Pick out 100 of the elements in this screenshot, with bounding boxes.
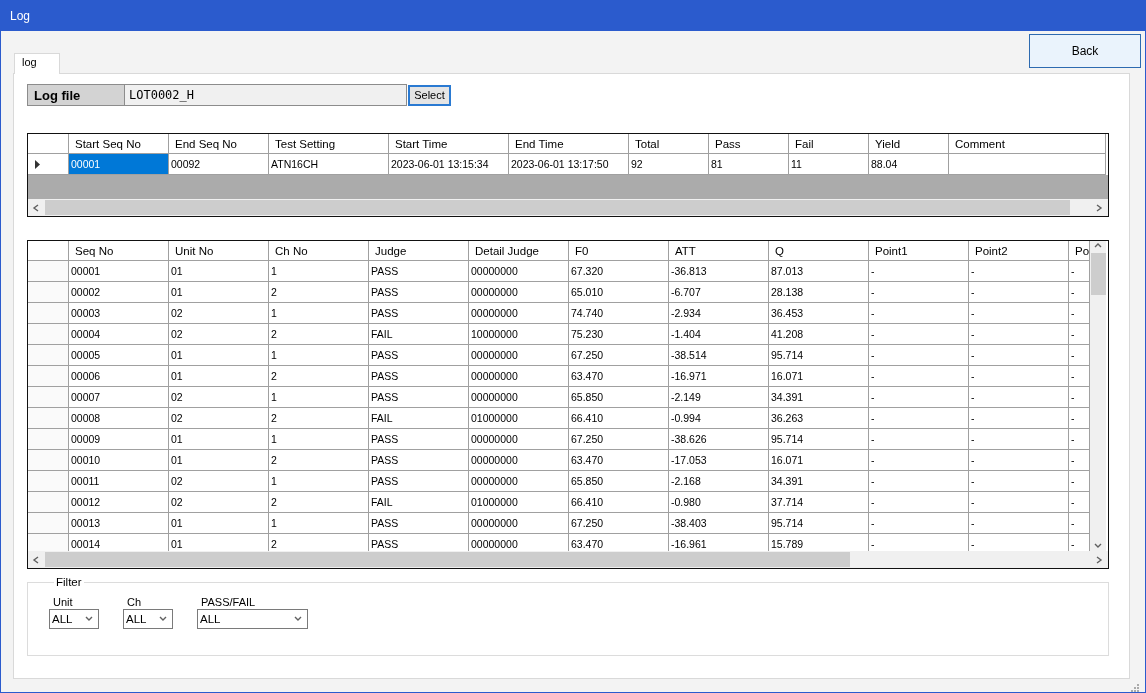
row-header-cell[interactable] (28, 366, 69, 387)
table-cell: 01 (169, 429, 269, 450)
row-header-cell[interactable] (28, 408, 69, 429)
table-cell: -2.934 (669, 303, 769, 324)
table-cell: -2.149 (669, 387, 769, 408)
table-cell: 02 (169, 303, 269, 324)
log-file-field[interactable]: LOT0002_H (125, 84, 407, 106)
table-cell: PASS (369, 429, 469, 450)
table-cell: 00000000 (469, 387, 569, 408)
table-cell: 01 (169, 345, 269, 366)
table-cell: 00000000 (469, 429, 569, 450)
table-cell: 2 (269, 366, 369, 387)
resize-grip-icon[interactable] (1131, 684, 1139, 692)
table-cell: - (969, 513, 1069, 534)
table-cell: -38.626 (669, 429, 769, 450)
table-cell: 36.453 (769, 303, 869, 324)
table-cell: 01 (169, 261, 269, 282)
vertical-scrollbar[interactable] (1090, 241, 1106, 551)
table-cell: 67.250 (569, 429, 669, 450)
row-header-cell[interactable] (28, 345, 69, 366)
table-cell: - (1069, 303, 1090, 324)
scrollbar-thumb[interactable] (45, 200, 1071, 215)
table-cell: PASS (369, 282, 469, 303)
row-header-cell[interactable] (28, 154, 69, 175)
row-header-cell[interactable] (28, 429, 69, 450)
table-cell: 02 (169, 471, 269, 492)
table-cell: 01 (169, 513, 269, 534)
row-header-cell[interactable] (28, 261, 69, 282)
back-button[interactable]: Back (1029, 34, 1141, 68)
table-cell: PASS (369, 450, 469, 471)
table-cell: ATN16CH (269, 154, 389, 175)
table-cell: -0.980 (669, 492, 769, 513)
table-cell: - (969, 450, 1069, 471)
row-header-cell[interactable] (28, 450, 69, 471)
table-cell: - (869, 534, 969, 551)
table-cell: 1 (269, 345, 369, 366)
table-cell: 00010 (69, 450, 169, 471)
table-cell: - (969, 534, 1069, 551)
table-cell: 95.714 (769, 429, 869, 450)
table-cell: 1 (269, 387, 369, 408)
scrollbar-thumb[interactable] (1090, 253, 1106, 295)
table-cell: 00000000 (469, 345, 569, 366)
row-header-cell[interactable] (28, 303, 69, 324)
table-cell: 00009 (69, 429, 169, 450)
table-cell: 00014 (69, 534, 169, 551)
table-cell: 2023-06-01 13:15:34 (389, 154, 509, 175)
row-header-cell[interactable] (28, 387, 69, 408)
table-cell: FAIL (369, 492, 469, 513)
table-cell: 02 (169, 492, 269, 513)
table-cell: 92 (629, 154, 709, 175)
row-header-cell[interactable] (28, 282, 69, 303)
table-cell: 74.740 (569, 303, 669, 324)
table-cell: 81 (709, 154, 789, 175)
table-cell: 95.714 (769, 345, 869, 366)
table-cell: - (1069, 345, 1090, 366)
table-cell: - (1069, 513, 1090, 534)
table-cell: 00011 (69, 471, 169, 492)
filter-dropdown[interactable]: ALL (197, 609, 308, 629)
horizontal-scrollbar[interactable] (28, 199, 1108, 216)
table-cell: PASS (369, 303, 469, 324)
table-cell: PASS (369, 345, 469, 366)
log-tab[interactable]: log (14, 53, 60, 74)
table-cell: 01000000 (469, 492, 569, 513)
table-cell: 63.470 (569, 366, 669, 387)
window-title: Log (10, 9, 31, 23)
table-cell: 00001 (69, 261, 169, 282)
table-cell: - (969, 324, 1069, 345)
table-cell: -6.707 (669, 282, 769, 303)
row-header-cell[interactable] (28, 534, 69, 551)
scrollbar-thumb[interactable] (45, 552, 851, 567)
row-header-cell[interactable] (28, 513, 69, 534)
table-cell: - (1069, 387, 1090, 408)
table-cell: 34.391 (769, 471, 869, 492)
table-cell: - (1069, 429, 1090, 450)
filter-dropdown[interactable]: ALL (49, 609, 99, 629)
table-cell: - (1069, 534, 1090, 551)
table-cell: -17.053 (669, 450, 769, 471)
table-cell: 00001 (69, 154, 169, 175)
table-cell: 1 (269, 261, 369, 282)
table-cell: 2 (269, 534, 369, 551)
horizontal-scrollbar[interactable] (28, 551, 1108, 568)
table-cell: - (869, 261, 969, 282)
row-header-cell[interactable] (28, 471, 69, 492)
select-button[interactable]: Select (408, 84, 451, 106)
table-cell: - (969, 471, 1069, 492)
row-header-cell[interactable] (28, 324, 69, 345)
table-cell: 88.04 (869, 154, 949, 175)
filter-dropdown[interactable]: ALL (123, 609, 173, 629)
table-cell: - (969, 387, 1069, 408)
table-cell: 63.470 (569, 534, 669, 551)
table-cell: 87.013 (769, 261, 869, 282)
table-cell: - (869, 492, 969, 513)
table-cell: 16.071 (769, 366, 869, 387)
table-cell: 00000000 (469, 261, 569, 282)
row-header-cell[interactable] (28, 492, 69, 513)
table-cell: 00000000 (469, 471, 569, 492)
table-cell: PASS (369, 513, 469, 534)
table-cell: - (969, 345, 1069, 366)
table-cell: PASS (369, 534, 469, 551)
table-cell: 15.789 (769, 534, 869, 551)
